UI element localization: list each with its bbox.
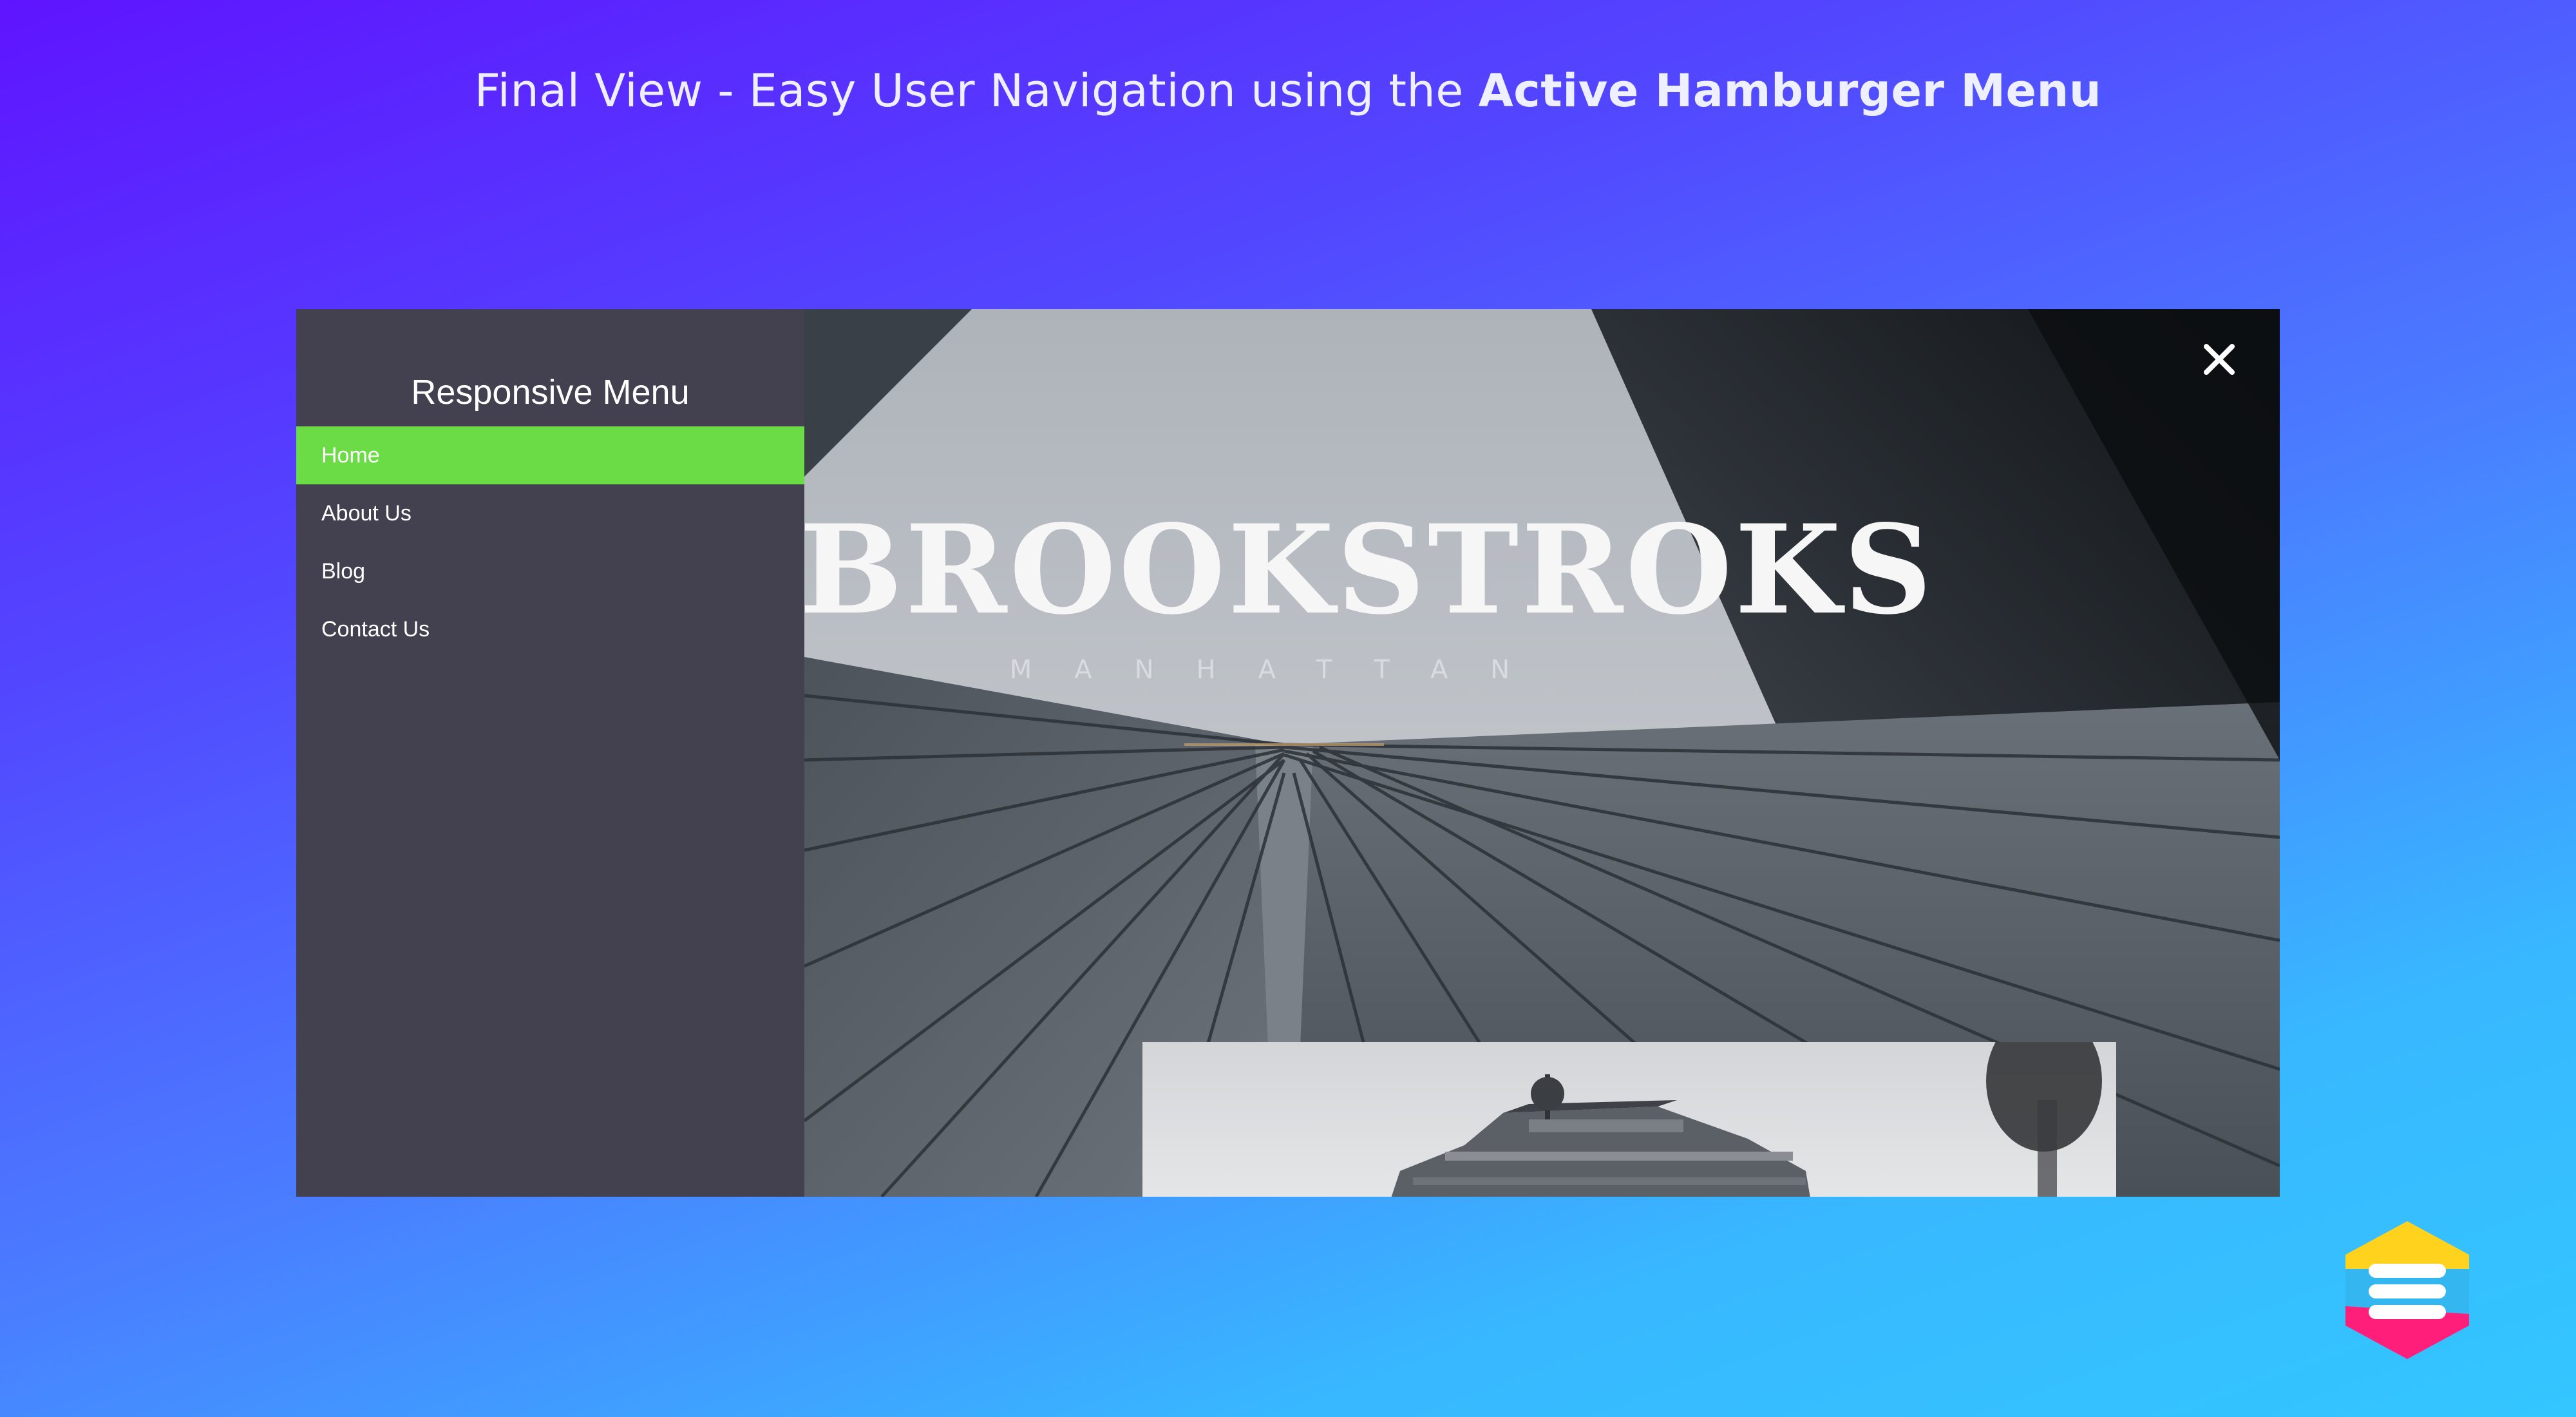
hero-brand-title: BROOKSTROKS (804, 498, 1935, 642)
close-menu-button[interactable] (2200, 340, 2239, 379)
menu-item-about-us[interactable]: About Us (296, 484, 804, 542)
inset-photo (1142, 1042, 2116, 1197)
close-icon (2204, 344, 2235, 375)
menu-list: Home About Us Blog Contact Us (296, 426, 804, 658)
page-headline: Final View - Easy User Navigation using … (0, 64, 2576, 117)
menu-title: Responsive Menu (411, 373, 690, 412)
menu-item-home[interactable]: Home (296, 426, 804, 484)
hero-section: BROOKSTROKS MANHATTAN (804, 309, 2280, 1197)
hero-tagline: MANHATTAN (1009, 655, 1553, 685)
menu-item-blog[interactable]: Blog (296, 542, 804, 600)
headline-text: Final View - Easy User Navigation using … (474, 64, 1479, 117)
demo-screenshot: Responsive Menu Home About Us Blog Conta… (296, 309, 2280, 1197)
hamburger-menu-logo-icon (2342, 1217, 2474, 1362)
menu-item-contact-us[interactable]: Contact Us (296, 600, 804, 658)
side-menu: Responsive Menu Home About Us Blog Conta… (296, 309, 804, 1197)
headline-emphasis: Active Hamburger Menu (1478, 64, 2102, 117)
